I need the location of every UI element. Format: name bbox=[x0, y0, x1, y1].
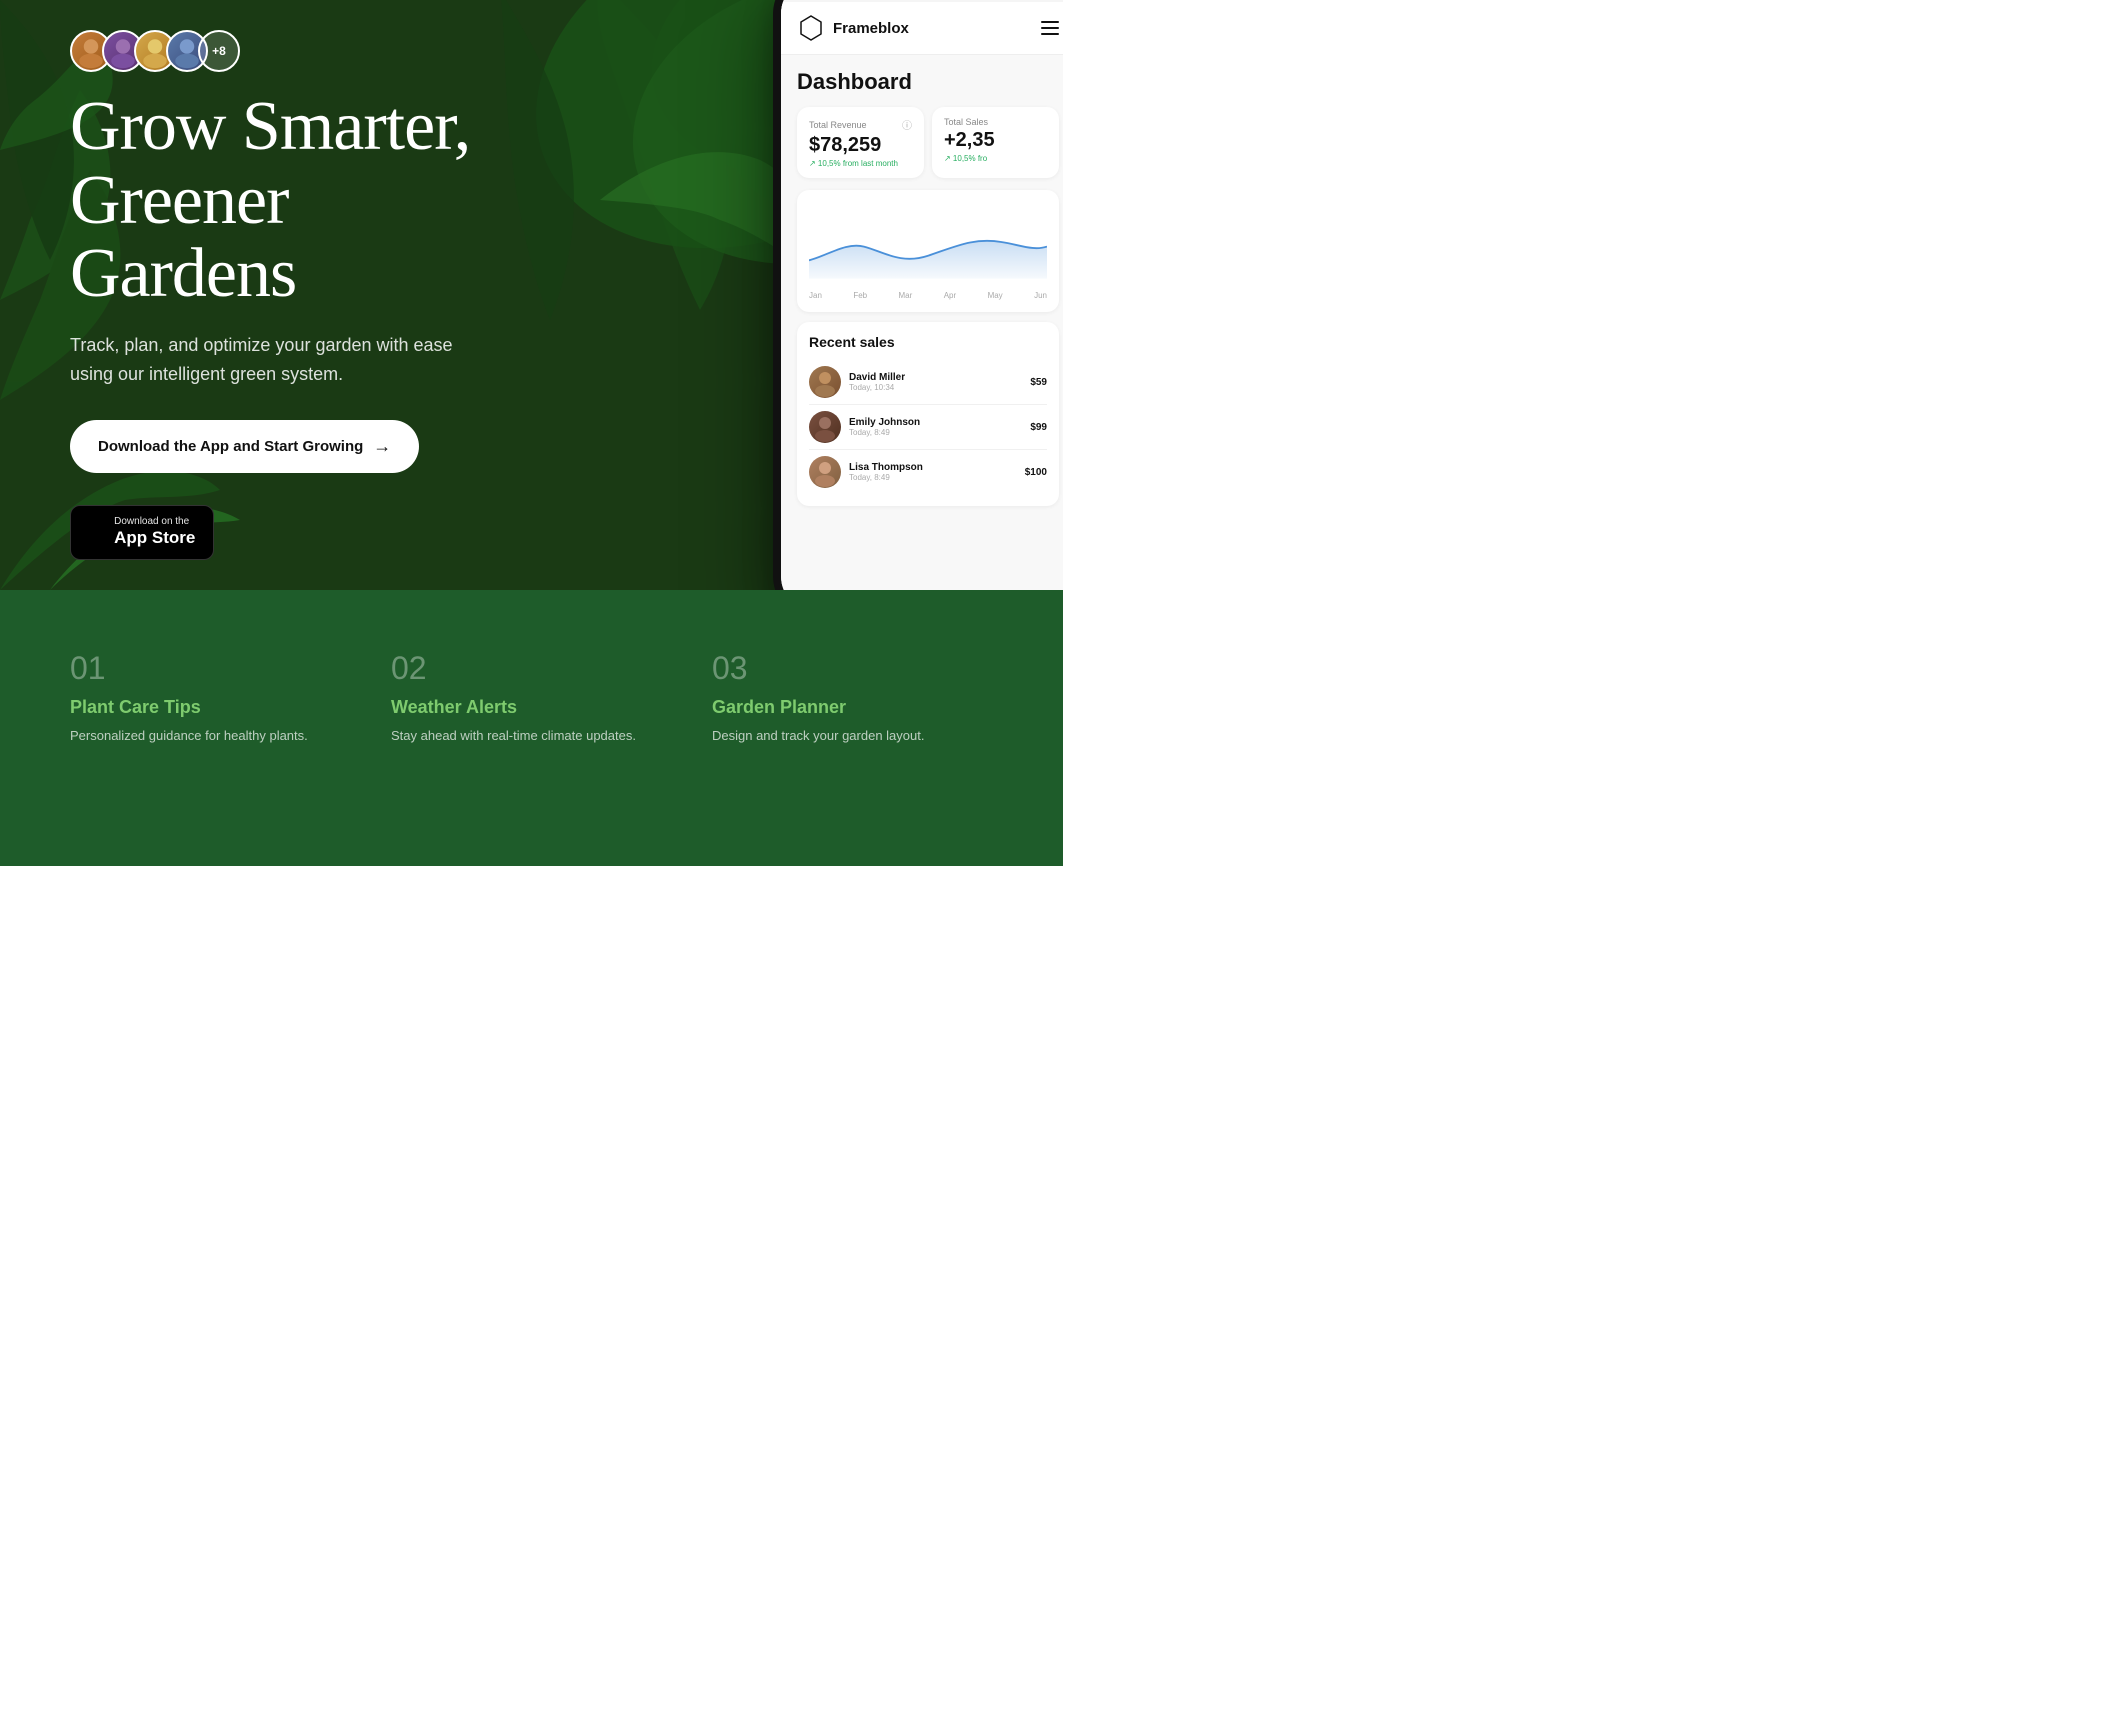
apple-icon:  bbox=[89, 522, 106, 544]
metric-revenue-value: $78,259 bbox=[809, 134, 912, 157]
sale-info-2: Emily Johnson Today, 8:49 bbox=[849, 417, 1022, 437]
metric-revenue-change: ↗ 10,5% from last month bbox=[809, 159, 912, 168]
chart-label-may: May bbox=[988, 291, 1003, 300]
feature-1-number: 01 bbox=[70, 650, 351, 687]
sale-row-1: David Miller Today, 10:34 $59 bbox=[809, 360, 1047, 405]
sale-avatar-2 bbox=[809, 411, 841, 443]
hero-subtitle: Track, plan, and optimize your garden wi… bbox=[70, 331, 490, 389]
sale-name-2: Emily Johnson bbox=[849, 417, 1022, 428]
metrics-row: Total Revenue ⓘ $78,259 ↗ 10,5% from las… bbox=[797, 107, 1059, 178]
features-section: 01 Plant Care Tips Personalized guidance… bbox=[0, 590, 1063, 866]
chart-labels: Jan Feb Mar Apr May Jun bbox=[809, 291, 1047, 300]
feature-1: 01 Plant Care Tips Personalized guidance… bbox=[70, 650, 351, 806]
sale-name-3: Lisa Thompson bbox=[849, 462, 1017, 473]
feature-3: 03 Garden Planner Design and track your … bbox=[712, 650, 993, 806]
cta-arrow-icon: → bbox=[373, 436, 391, 457]
revenue-chart bbox=[809, 202, 1047, 282]
hamburger-line-3 bbox=[1041, 33, 1059, 35]
recent-sales-title: Recent sales bbox=[809, 334, 1047, 350]
feature-1-desc: Personalized guidance for healthy plants… bbox=[70, 726, 351, 746]
brand-hex-icon bbox=[797, 14, 825, 42]
feature-2-title: Weather Alerts bbox=[391, 697, 672, 718]
app-store-top-label: Download on the bbox=[114, 516, 195, 528]
hero-section: +8 Grow Smarter, Greener Gardens Track, … bbox=[0, 0, 1063, 590]
hamburger-line-2 bbox=[1041, 27, 1059, 29]
phone-mockup: 9:41 ▐▐▐ ∿ ▭ Fram bbox=[773, 0, 1063, 590]
feature-3-title: Garden Planner bbox=[712, 697, 993, 718]
sale-time-2: Today, 8:49 bbox=[849, 428, 1022, 437]
hamburger-icon[interactable] bbox=[1041, 21, 1059, 35]
sale-name-1: David Miller bbox=[849, 372, 1022, 383]
app-store-badge-text: Download on the App Store bbox=[114, 516, 195, 548]
sale-avatar-1 bbox=[809, 366, 841, 398]
sale-avatar-3 bbox=[809, 456, 841, 488]
brand-name: Frameblox bbox=[833, 20, 909, 37]
metric-sales-value: +2,35 bbox=[944, 129, 1047, 152]
feature-2-desc: Stay ahead with real-time climate update… bbox=[391, 726, 672, 746]
sale-amount-1: $59 bbox=[1030, 377, 1047, 388]
chart-label-jan: Jan bbox=[809, 291, 822, 300]
sale-amount-2: $99 bbox=[1030, 422, 1047, 433]
metric-sales-change: ↗ 10,5% fro bbox=[944, 154, 1047, 163]
info-icon: ⓘ bbox=[902, 117, 912, 132]
app-store-bottom-label: App Store bbox=[114, 528, 195, 548]
metric-revenue-card: Total Revenue ⓘ $78,259 ↗ 10,5% from las… bbox=[797, 107, 924, 178]
metric-revenue-label: Total Revenue ⓘ bbox=[809, 117, 912, 132]
metric-sales-label: Total Sales bbox=[944, 117, 1047, 127]
cta-button[interactable]: Download the App and Start Growing → bbox=[70, 420, 419, 473]
feature-2-number: 02 bbox=[391, 650, 672, 687]
avatar-group: +8 bbox=[70, 30, 520, 72]
phone-nav: Frameblox bbox=[781, 2, 1063, 55]
hero-title: Grow Smarter, Greener Gardens bbox=[70, 90, 520, 311]
feature-1-title: Plant Care Tips bbox=[70, 697, 351, 718]
sale-info-3: Lisa Thompson Today, 8:49 bbox=[849, 462, 1017, 482]
sale-amount-3: $100 bbox=[1025, 467, 1047, 478]
cta-label: Download the App and Start Growing bbox=[98, 438, 363, 455]
feature-3-desc: Design and track your garden layout. bbox=[712, 726, 993, 746]
recent-sales-section: Recent sales David Miller Today, 10:34 $… bbox=[797, 322, 1059, 506]
avatar-count: +8 bbox=[198, 30, 240, 72]
dashboard-title: Dashboard bbox=[797, 69, 1059, 95]
chart-area: Jan Feb Mar Apr May Jun bbox=[797, 190, 1059, 312]
sale-time-1: Today, 10:34 bbox=[849, 383, 1022, 392]
chart-label-feb: Feb bbox=[853, 291, 867, 300]
chart-label-apr: Apr bbox=[944, 291, 956, 300]
chart-label-jun: Jun bbox=[1034, 291, 1047, 300]
phone-logo: Frameblox bbox=[797, 14, 909, 42]
sale-row-3: Lisa Thompson Today, 8:49 $100 bbox=[809, 450, 1047, 494]
metric-sales-card: Total Sales +2,35 ↗ 10,5% fro bbox=[932, 107, 1059, 178]
sale-row-2: Emily Johnson Today, 8:49 $99 bbox=[809, 405, 1047, 450]
phone-frame: 9:41 ▐▐▐ ∿ ▭ Fram bbox=[773, 0, 1063, 590]
hero-content: +8 Grow Smarter, Greener Gardens Track, … bbox=[0, 30, 520, 559]
sale-info-1: David Miller Today, 10:34 bbox=[849, 372, 1022, 392]
app-store-badge[interactable]:  Download on the App Store bbox=[70, 505, 214, 559]
phone-body: Dashboard Total Revenue ⓘ $78,259 ↗ 10,5… bbox=[781, 55, 1063, 520]
chart-label-mar: Mar bbox=[899, 291, 913, 300]
phone-screen: Frameblox Dashboard bbox=[781, 2, 1063, 590]
sale-time-3: Today, 8:49 bbox=[849, 473, 1017, 482]
feature-2: 02 Weather Alerts Stay ahead with real-t… bbox=[391, 650, 672, 806]
hamburger-line-1 bbox=[1041, 21, 1059, 23]
feature-3-number: 03 bbox=[712, 650, 993, 687]
